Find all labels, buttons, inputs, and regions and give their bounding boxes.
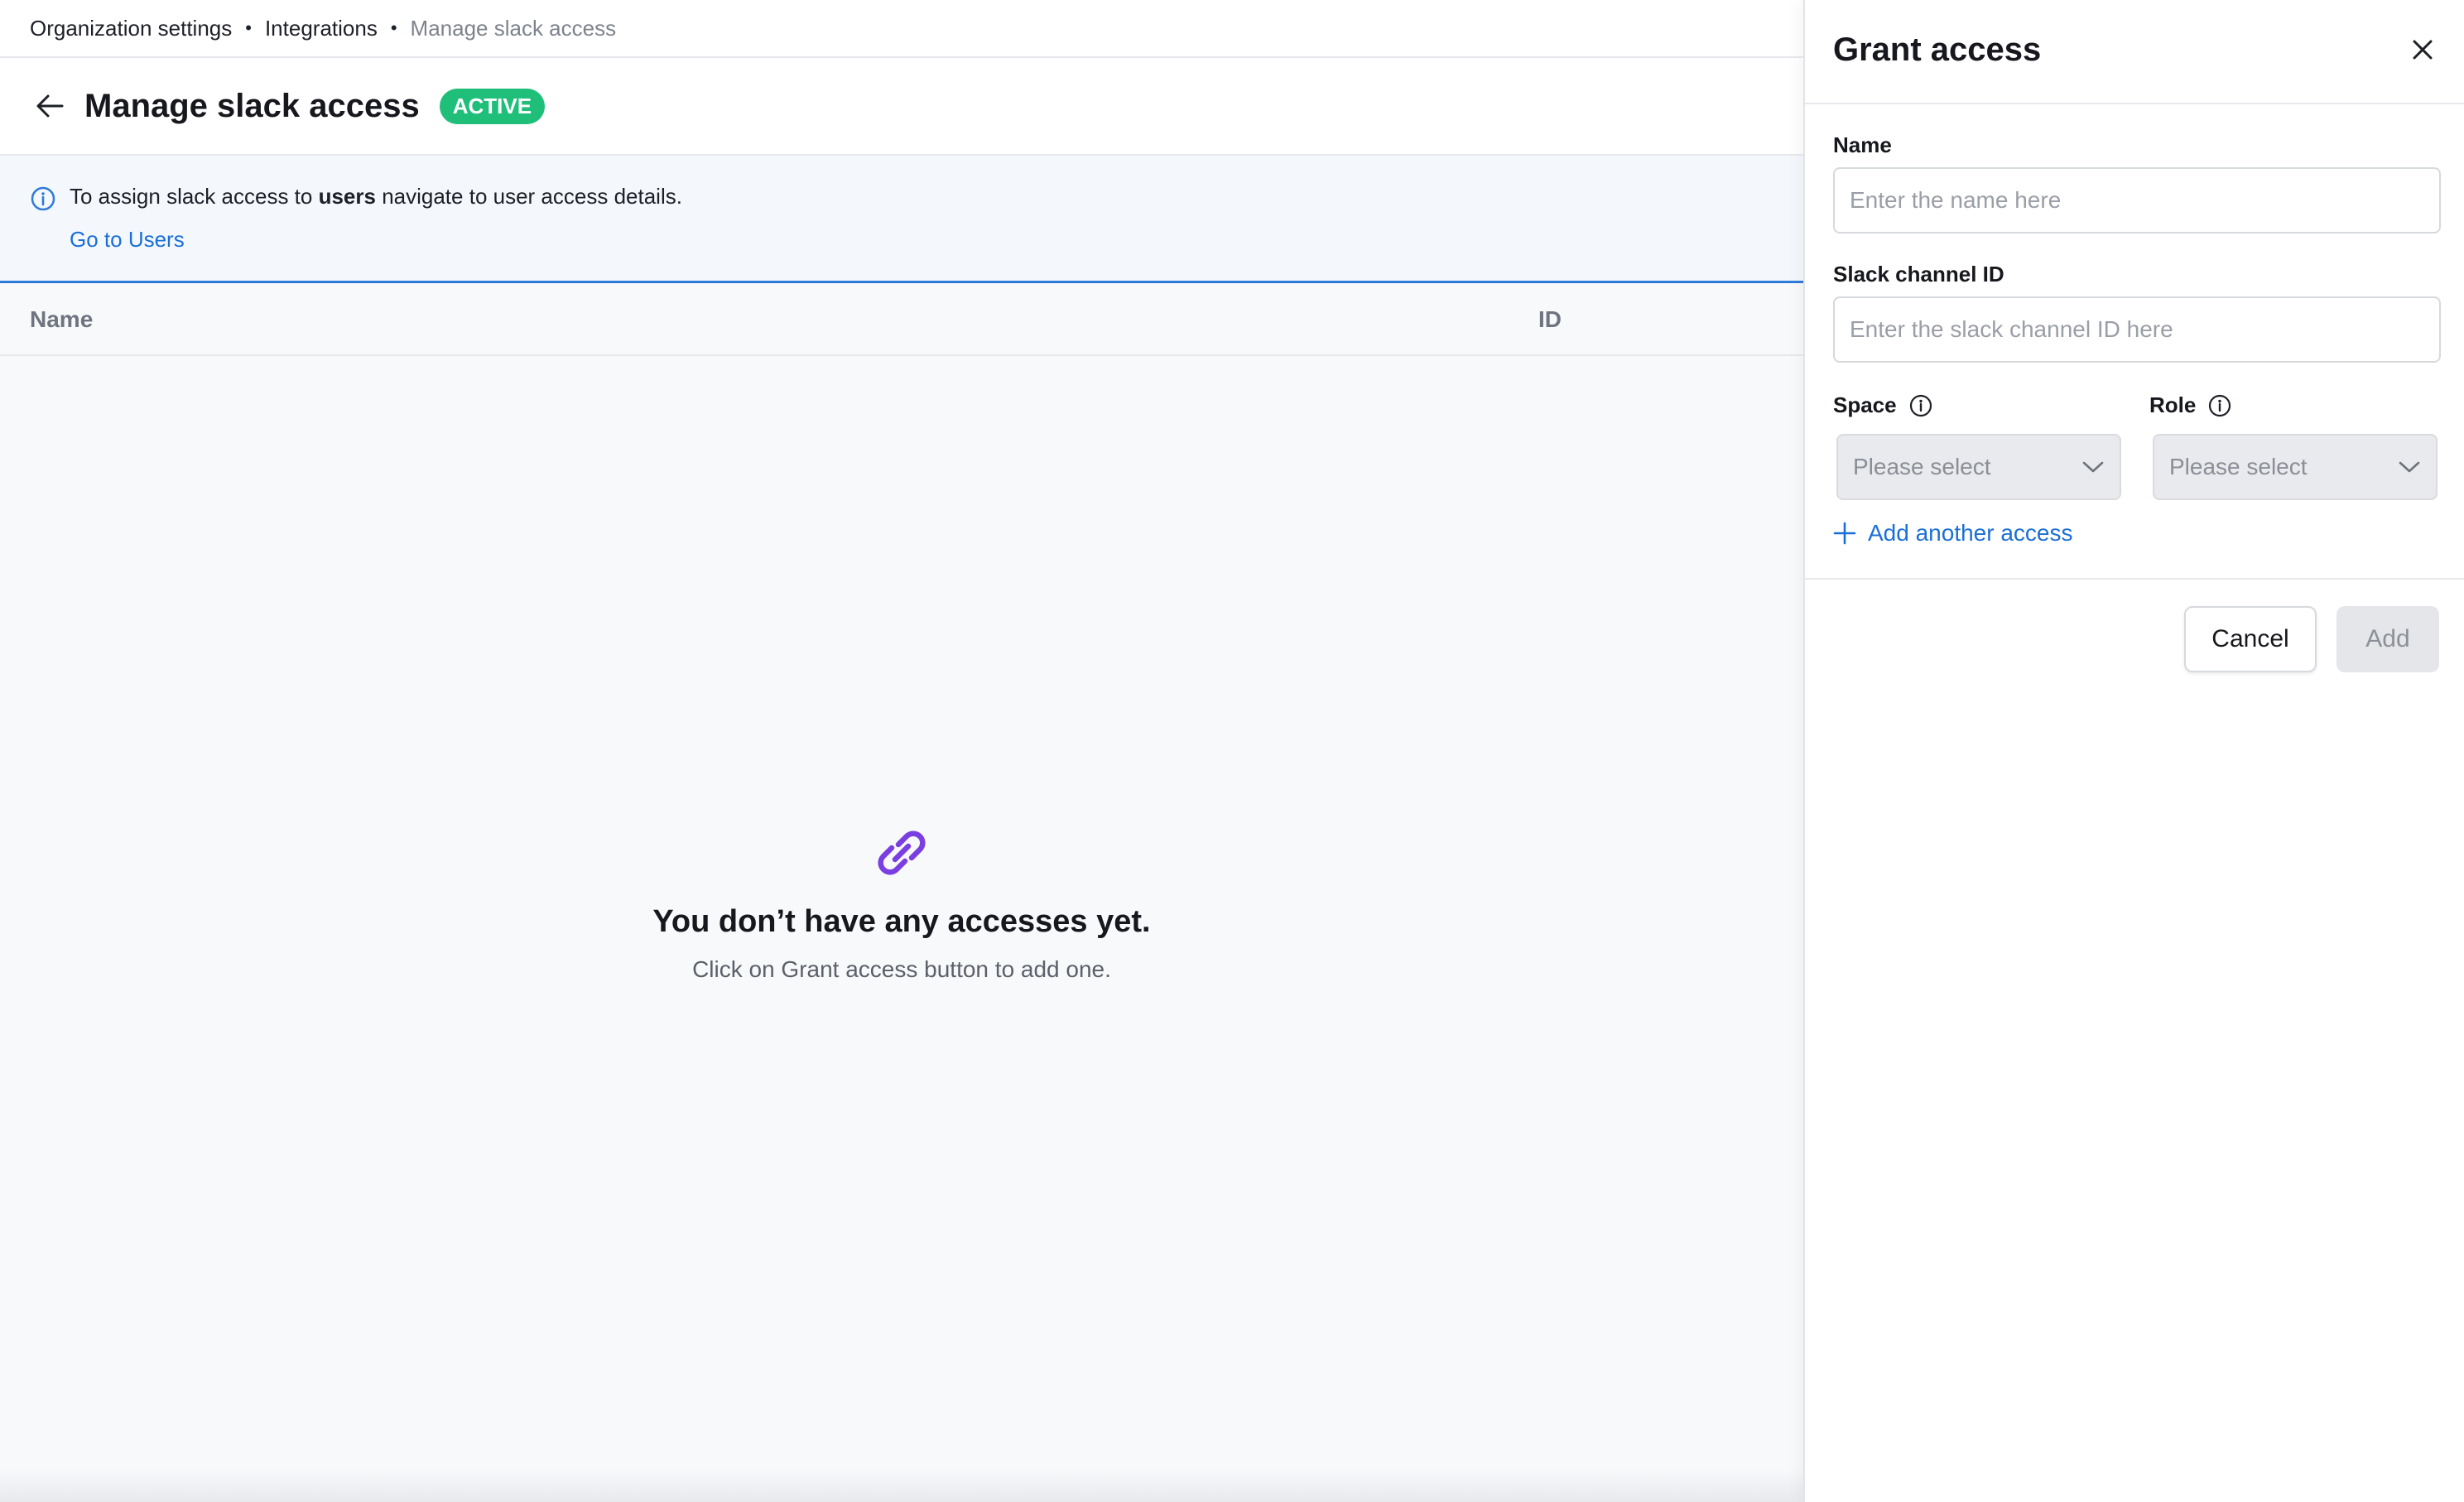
breadcrumb: Organization settings • Integrations • M… xyxy=(0,0,1803,58)
space-select-value: Please select xyxy=(1853,454,1991,479)
drawer-title: Grant access xyxy=(1833,31,2042,68)
info-text-bold: users xyxy=(318,184,376,209)
main-content: Organization settings • Integrations • M… xyxy=(0,0,1803,1502)
role-info-icon[interactable] xyxy=(2207,393,2232,418)
empty-state: You don’t have any accesses yet. Click o… xyxy=(529,820,1274,983)
space-label-group: Space xyxy=(1833,392,1933,418)
info-banner-text: To assign slack access to users navigate… xyxy=(70,184,682,209)
space-select[interactable]: Please select xyxy=(1836,434,2121,500)
breadcrumb-separator: • xyxy=(245,17,252,38)
space-info-icon[interactable] xyxy=(1908,393,1933,418)
close-button[interactable] xyxy=(2404,31,2441,68)
drawer-divider xyxy=(1805,578,2464,580)
breadcrumb-separator: • xyxy=(390,17,397,38)
drawer-header: Grant access xyxy=(1805,0,2464,104)
add-button[interactable]: Add xyxy=(2336,606,2439,672)
info-text-before: To assign slack access to xyxy=(70,184,319,209)
info-banner xyxy=(0,156,1803,283)
grant-access-drawer: Grant access Name Slack channel ID Space xyxy=(1803,0,2464,1502)
slack-channel-label: Slack channel ID xyxy=(1833,262,2004,286)
role-select-value: Please select xyxy=(2169,454,2308,479)
column-header-name[interactable]: Name xyxy=(30,306,93,333)
chevron-down-icon xyxy=(2082,461,2104,473)
chevron-down-icon xyxy=(2399,461,2420,473)
info-icon xyxy=(30,185,56,216)
empty-state-subtitle: Click on Grant access button to add one. xyxy=(692,956,1111,982)
back-button[interactable] xyxy=(33,89,66,123)
page-title: Manage slack access xyxy=(84,87,420,124)
add-another-access-label: Add another access xyxy=(1868,520,2073,546)
space-label: Space xyxy=(1833,392,1897,417)
page-header: Manage slack access ACTIVE xyxy=(0,58,1803,156)
plus-icon xyxy=(1833,522,1856,545)
breadcrumb-current: Manage slack access xyxy=(410,15,617,41)
breadcrumb-integrations[interactable]: Integrations xyxy=(265,16,378,41)
bottom-shade xyxy=(0,1469,1803,1502)
role-label-group: Role xyxy=(2149,392,2232,418)
status-badge: ACTIVE xyxy=(439,88,546,124)
link-icon xyxy=(869,820,935,886)
go-to-users-link[interactable]: Go to Users xyxy=(70,227,185,253)
name-input[interactable] xyxy=(1833,167,2441,233)
arrow-left-icon xyxy=(36,94,64,118)
role-select[interactable]: Please select xyxy=(2153,434,2438,500)
info-text-after: navigate to user access details. xyxy=(375,184,682,209)
empty-state-title: You don’t have any accesses yet. xyxy=(652,904,1151,939)
close-icon xyxy=(2413,40,2433,60)
slack-channel-input[interactable] xyxy=(1833,296,2441,363)
table-header: Name ID xyxy=(0,283,1803,356)
name-label: Name xyxy=(1833,132,1892,157)
role-label: Role xyxy=(2149,392,2197,417)
cancel-button[interactable]: Cancel xyxy=(2184,606,2317,672)
breadcrumb-organization-settings[interactable]: Organization settings xyxy=(30,16,232,41)
column-header-id[interactable]: ID xyxy=(1538,306,1562,333)
add-another-access-button[interactable]: Add another access xyxy=(1833,520,2073,546)
